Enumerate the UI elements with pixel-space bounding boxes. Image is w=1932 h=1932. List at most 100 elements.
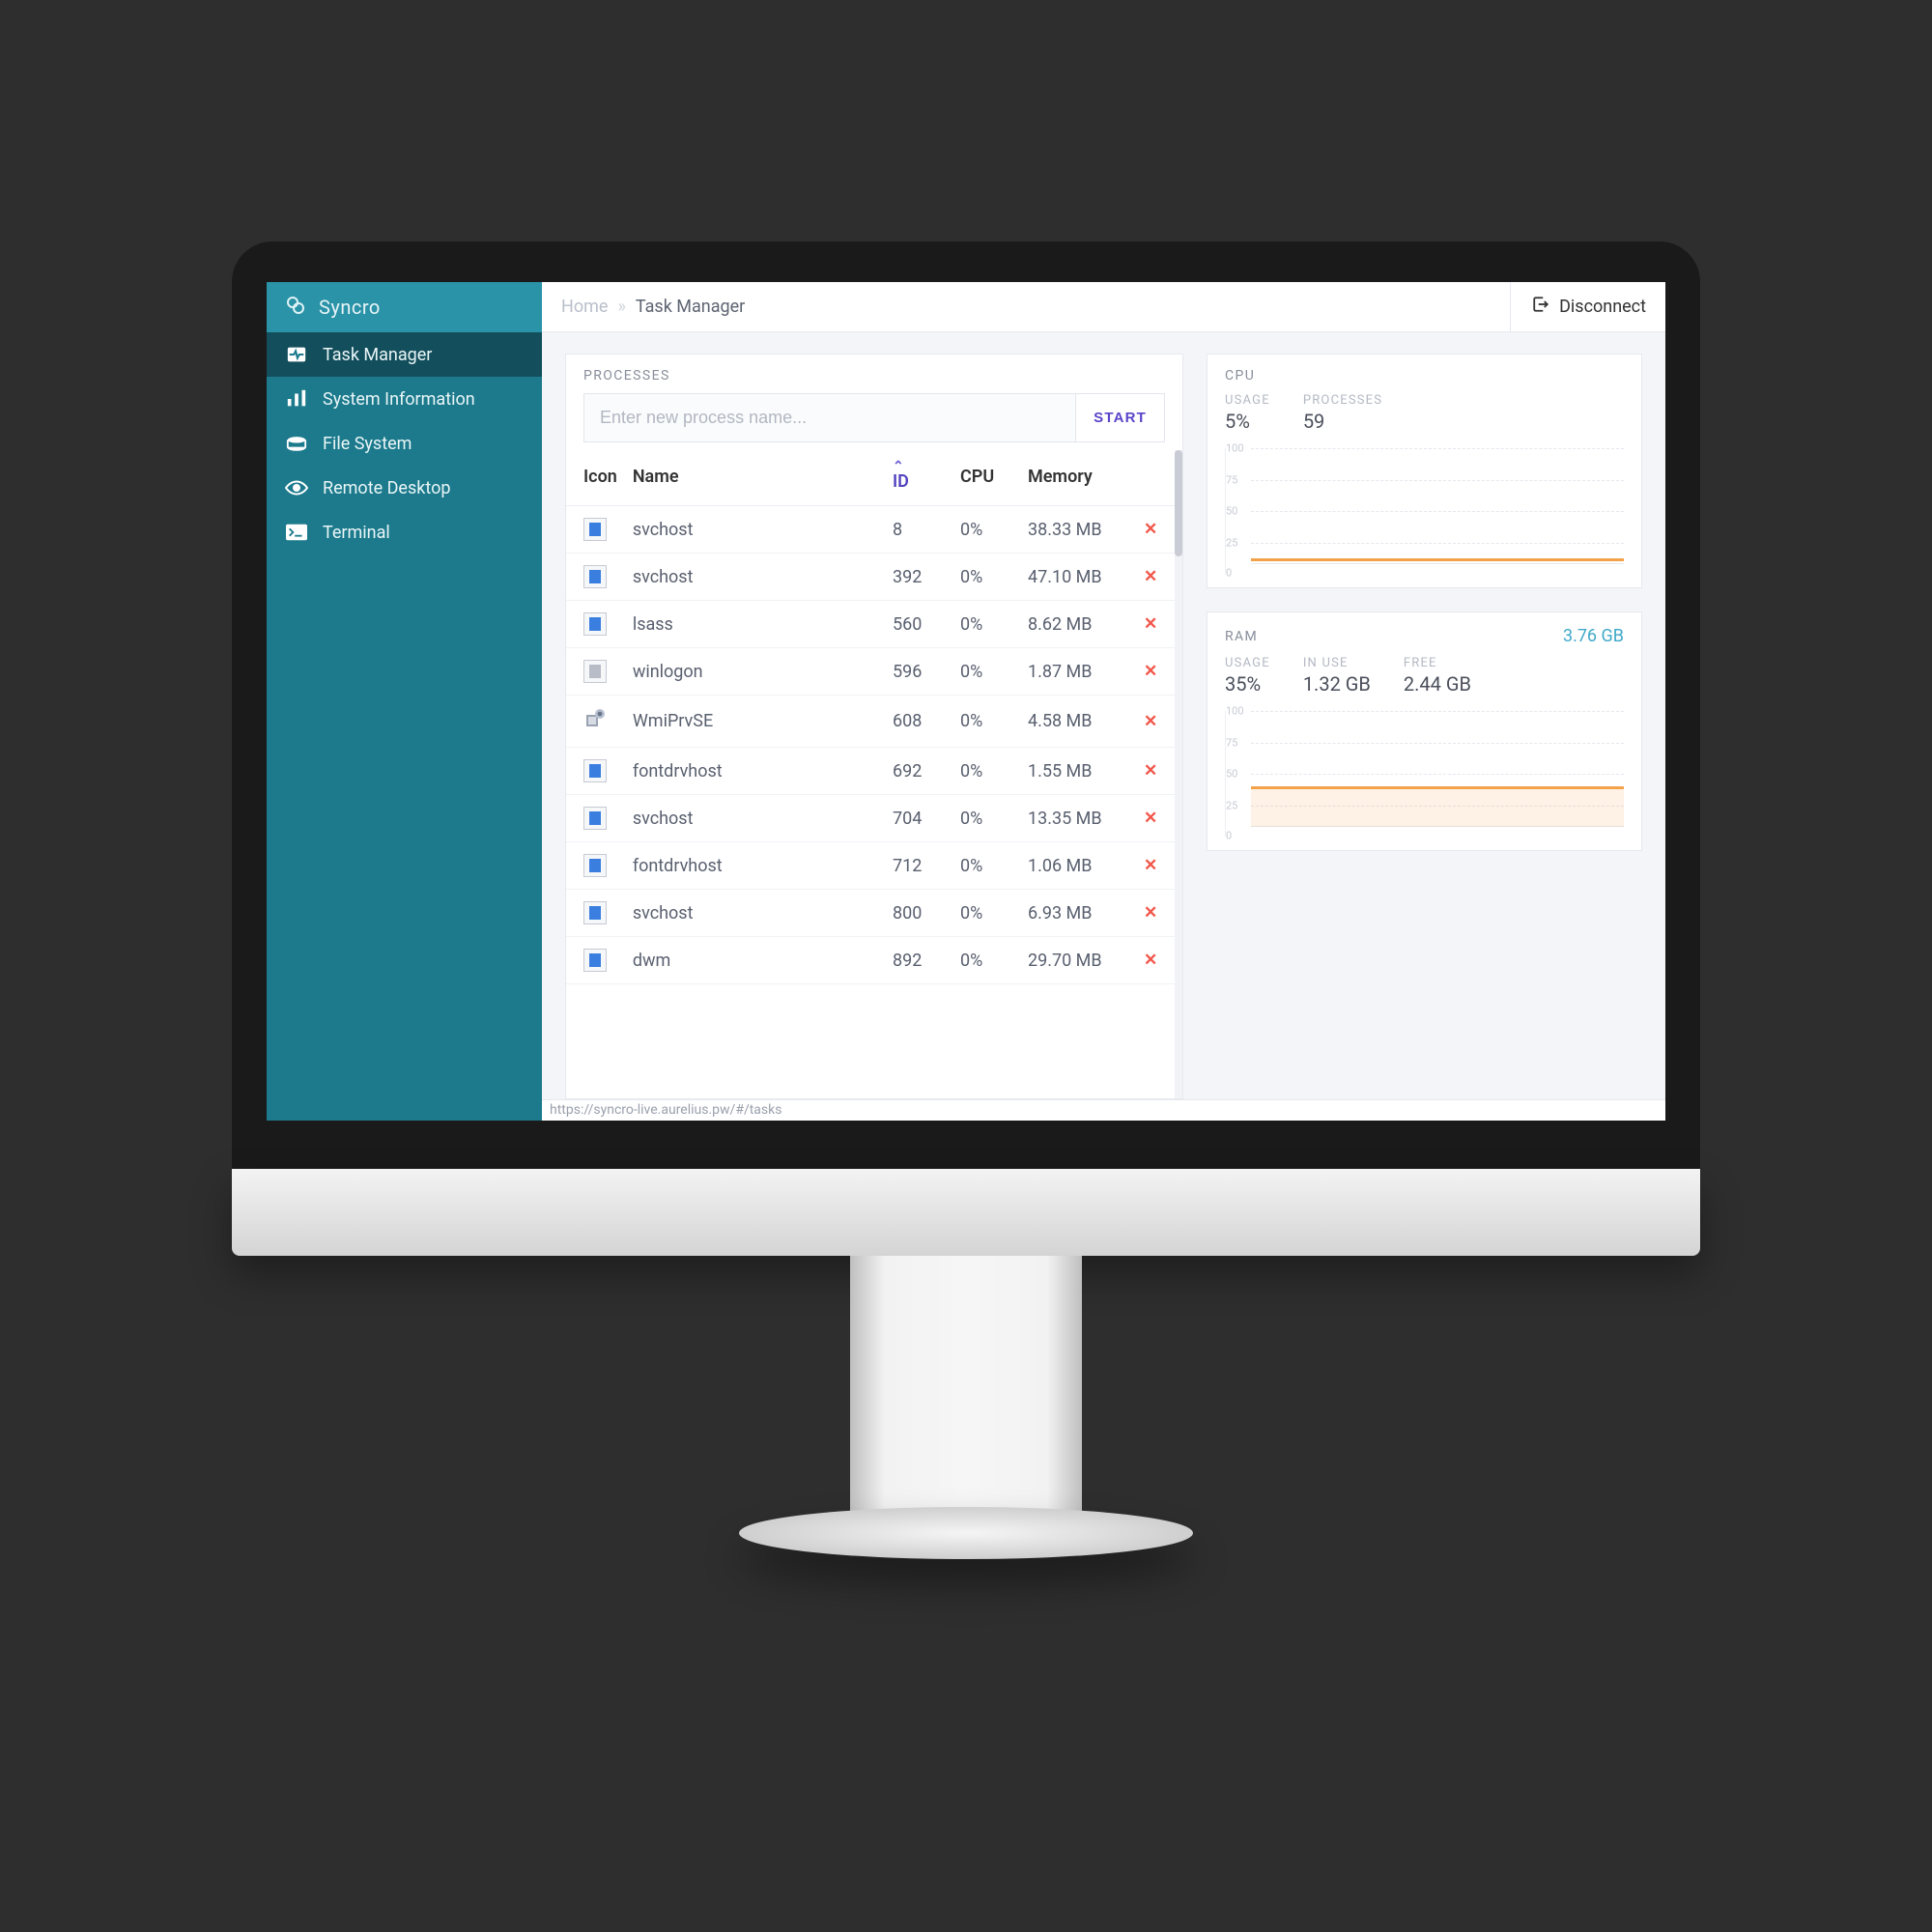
table-row[interactable]: lsass5600%8.62 MB✕ xyxy=(566,601,1175,648)
process-id: 392 xyxy=(885,554,952,601)
sidebar-item-file-system[interactable]: File System xyxy=(267,421,542,466)
process-icon xyxy=(566,937,625,984)
sidebar-item-task-manager[interactable]: Task Manager xyxy=(267,332,542,377)
process-id: 560 xyxy=(885,601,952,648)
kill-process-button[interactable]: ✕ xyxy=(1136,554,1175,601)
table-row[interactable]: fontdrvhost6920%1.55 MB✕ xyxy=(566,748,1175,795)
brand-name: Syncro xyxy=(319,296,381,319)
table-row[interactable]: winlogon5960%1.87 MB✕ xyxy=(566,648,1175,696)
process-id: 712 xyxy=(885,842,952,890)
process-cpu: 0% xyxy=(952,748,1020,795)
process-name-input[interactable] xyxy=(584,394,1075,441)
process-memory: 29.70 MB xyxy=(1020,937,1136,984)
process-icon xyxy=(566,842,625,890)
breadcrumb-separator: » xyxy=(617,297,625,317)
process-icon xyxy=(566,554,625,601)
sidebar-item-label: Terminal xyxy=(323,523,390,543)
col-cpu[interactable]: CPU xyxy=(952,450,1020,506)
process-memory: 47.10 MB xyxy=(1020,554,1136,601)
process-cpu: 0% xyxy=(952,648,1020,696)
ram-inuse-stat: IN USE 1.32 GB xyxy=(1303,656,1371,696)
kill-process-button[interactable]: ✕ xyxy=(1136,795,1175,842)
sort-asc-icon: ⌃ xyxy=(893,462,945,471)
brand-logo-icon xyxy=(284,294,307,322)
start-process-form: START xyxy=(583,393,1165,442)
table-row[interactable]: svchost7040%13.35 MB✕ xyxy=(566,795,1175,842)
kill-process-button[interactable]: ✕ xyxy=(1136,506,1175,554)
table-row[interactable]: dwm8920%29.70 MB✕ xyxy=(566,937,1175,984)
process-name: svchost xyxy=(625,890,885,937)
kill-process-button[interactable]: ✕ xyxy=(1136,937,1175,984)
sidebar-item-remote-desktop[interactable]: Remote Desktop xyxy=(267,466,542,510)
processes-table: Icon Name ⌃ ID CPU xyxy=(566,450,1175,984)
bars-icon xyxy=(284,388,309,410)
disconnect-button[interactable]: Disconnect xyxy=(1510,282,1646,331)
process-name: svchost xyxy=(625,506,885,554)
sidebar-item-label: File System xyxy=(323,434,412,454)
scrollbar-track[interactable] xyxy=(1175,450,1182,1098)
start-button[interactable]: START xyxy=(1075,394,1164,441)
process-name: winlogon xyxy=(625,648,885,696)
terminal-icon xyxy=(284,522,309,543)
process-memory: 6.93 MB xyxy=(1020,890,1136,937)
process-id: 608 xyxy=(885,696,952,748)
process-memory: 4.58 MB xyxy=(1020,696,1136,748)
cpu-processes-stat: PROCESSES 59 xyxy=(1303,393,1382,433)
process-icon xyxy=(566,748,625,795)
processes-card: PROCESSES START xyxy=(565,354,1183,1099)
process-id: 8 xyxy=(885,506,952,554)
kill-process-button[interactable]: ✕ xyxy=(1136,648,1175,696)
ram-series-line xyxy=(1251,786,1624,789)
process-memory: 1.87 MB xyxy=(1020,648,1136,696)
ram-card: RAM 3.76 GB USAGE 35% IN USE xyxy=(1207,611,1642,851)
table-row[interactable]: WmiPrvSE6080%4.58 MB✕ xyxy=(566,696,1175,748)
breadcrumb-home[interactable]: Home xyxy=(561,297,608,317)
kill-process-button[interactable]: ✕ xyxy=(1136,842,1175,890)
ram-chart: 100 75 50 25 0 xyxy=(1225,711,1624,837)
cpu-title: CPU xyxy=(1225,368,1255,384)
status-bar: https://syncro-live.aurelius.pw/#/tasks xyxy=(542,1099,1665,1121)
col-memory[interactable]: Memory xyxy=(1020,450,1136,506)
process-id: 596 xyxy=(885,648,952,696)
process-id: 800 xyxy=(885,890,952,937)
table-row[interactable]: svchost8000%6.93 MB✕ xyxy=(566,890,1175,937)
process-icon xyxy=(566,890,625,937)
process-memory: 38.33 MB xyxy=(1020,506,1136,554)
process-name: lsass xyxy=(625,601,885,648)
cpu-card: CPU USAGE 5% PROCESSES 59 xyxy=(1207,354,1642,588)
ram-title: RAM xyxy=(1225,629,1258,644)
process-icon xyxy=(566,648,625,696)
col-actions xyxy=(1136,450,1175,506)
process-name: WmiPrvSE xyxy=(625,696,885,748)
ram-series-area xyxy=(1251,786,1624,827)
kill-process-button[interactable]: ✕ xyxy=(1136,748,1175,795)
main: Home » Task Manager Disconnect xyxy=(542,282,1665,1121)
eye-icon xyxy=(284,477,309,498)
sidebar-item-system-information[interactable]: System Information xyxy=(267,377,542,421)
logout-icon xyxy=(1532,296,1549,318)
process-memory: 13.35 MB xyxy=(1020,795,1136,842)
table-row[interactable]: svchost3920%47.10 MB✕ xyxy=(566,554,1175,601)
col-id[interactable]: ⌃ ID xyxy=(885,450,952,506)
process-cpu: 0% xyxy=(952,506,1020,554)
kill-process-button[interactable]: ✕ xyxy=(1136,696,1175,748)
kill-process-button[interactable]: ✕ xyxy=(1136,890,1175,937)
sidebar-item-label: Task Manager xyxy=(323,345,432,365)
col-name[interactable]: Name xyxy=(625,450,885,506)
disconnect-label: Disconnect xyxy=(1559,297,1646,317)
sidebar-item-terminal[interactable]: Terminal xyxy=(267,510,542,554)
scrollbar-thumb[interactable] xyxy=(1175,450,1182,556)
table-row[interactable]: fontdrvhost7120%1.06 MB✕ xyxy=(566,842,1175,890)
topbar: Home » Task Manager Disconnect xyxy=(542,282,1665,332)
process-id: 704 xyxy=(885,795,952,842)
col-icon[interactable]: Icon xyxy=(566,450,625,506)
process-name: fontdrvhost xyxy=(625,748,885,795)
kill-process-button[interactable]: ✕ xyxy=(1136,601,1175,648)
ram-free-stat: FREE 2.44 GB xyxy=(1404,656,1471,696)
process-cpu: 0% xyxy=(952,601,1020,648)
processes-title: PROCESSES xyxy=(566,355,1182,393)
process-cpu: 0% xyxy=(952,890,1020,937)
table-row[interactable]: svchost80%38.33 MB✕ xyxy=(566,506,1175,554)
breadcrumb: Home » Task Manager xyxy=(561,297,745,317)
process-memory: 1.55 MB xyxy=(1020,748,1136,795)
